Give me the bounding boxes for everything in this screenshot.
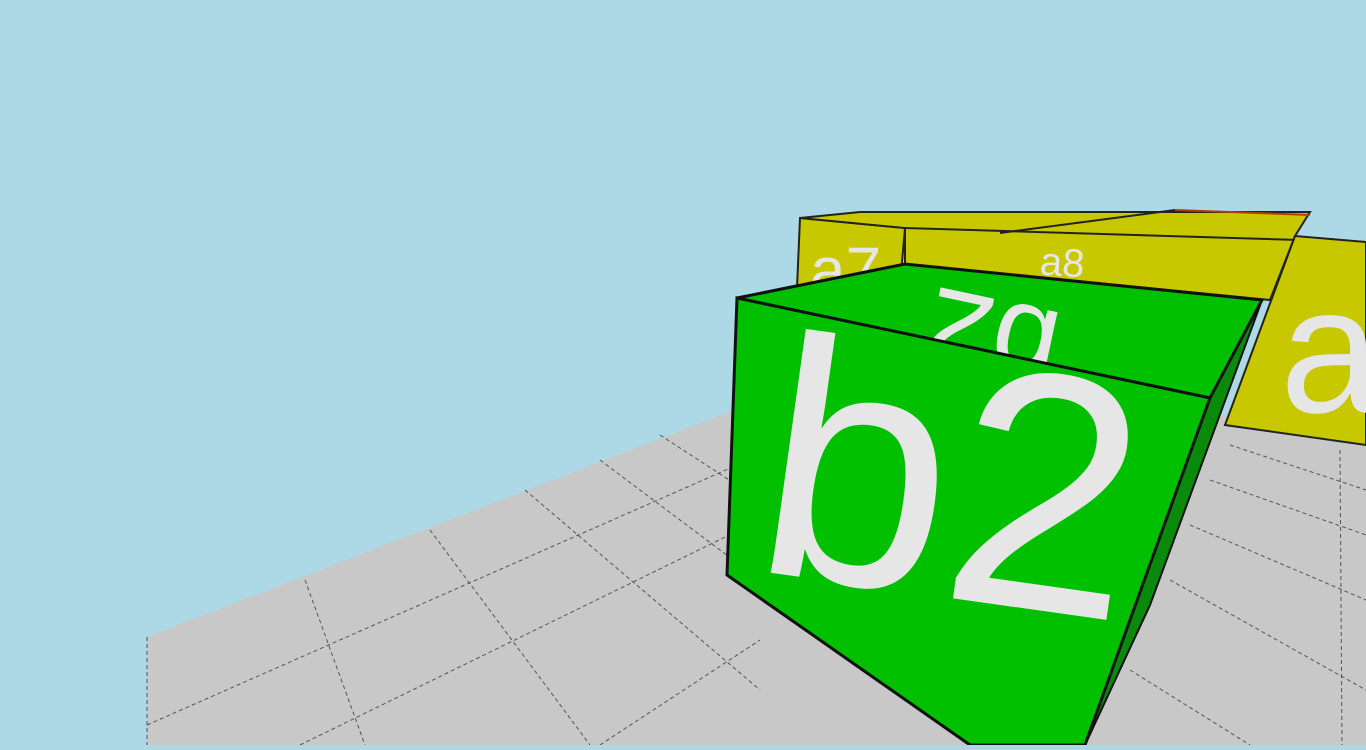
cube-back-right-label: a	[1280, 250, 1366, 451]
game-viewport[interactable]: a7 a8 a b2 b2	[0, 0, 1366, 747]
scene-svg[interactable]: a7 a8 a b2 b2	[0, 0, 1366, 747]
